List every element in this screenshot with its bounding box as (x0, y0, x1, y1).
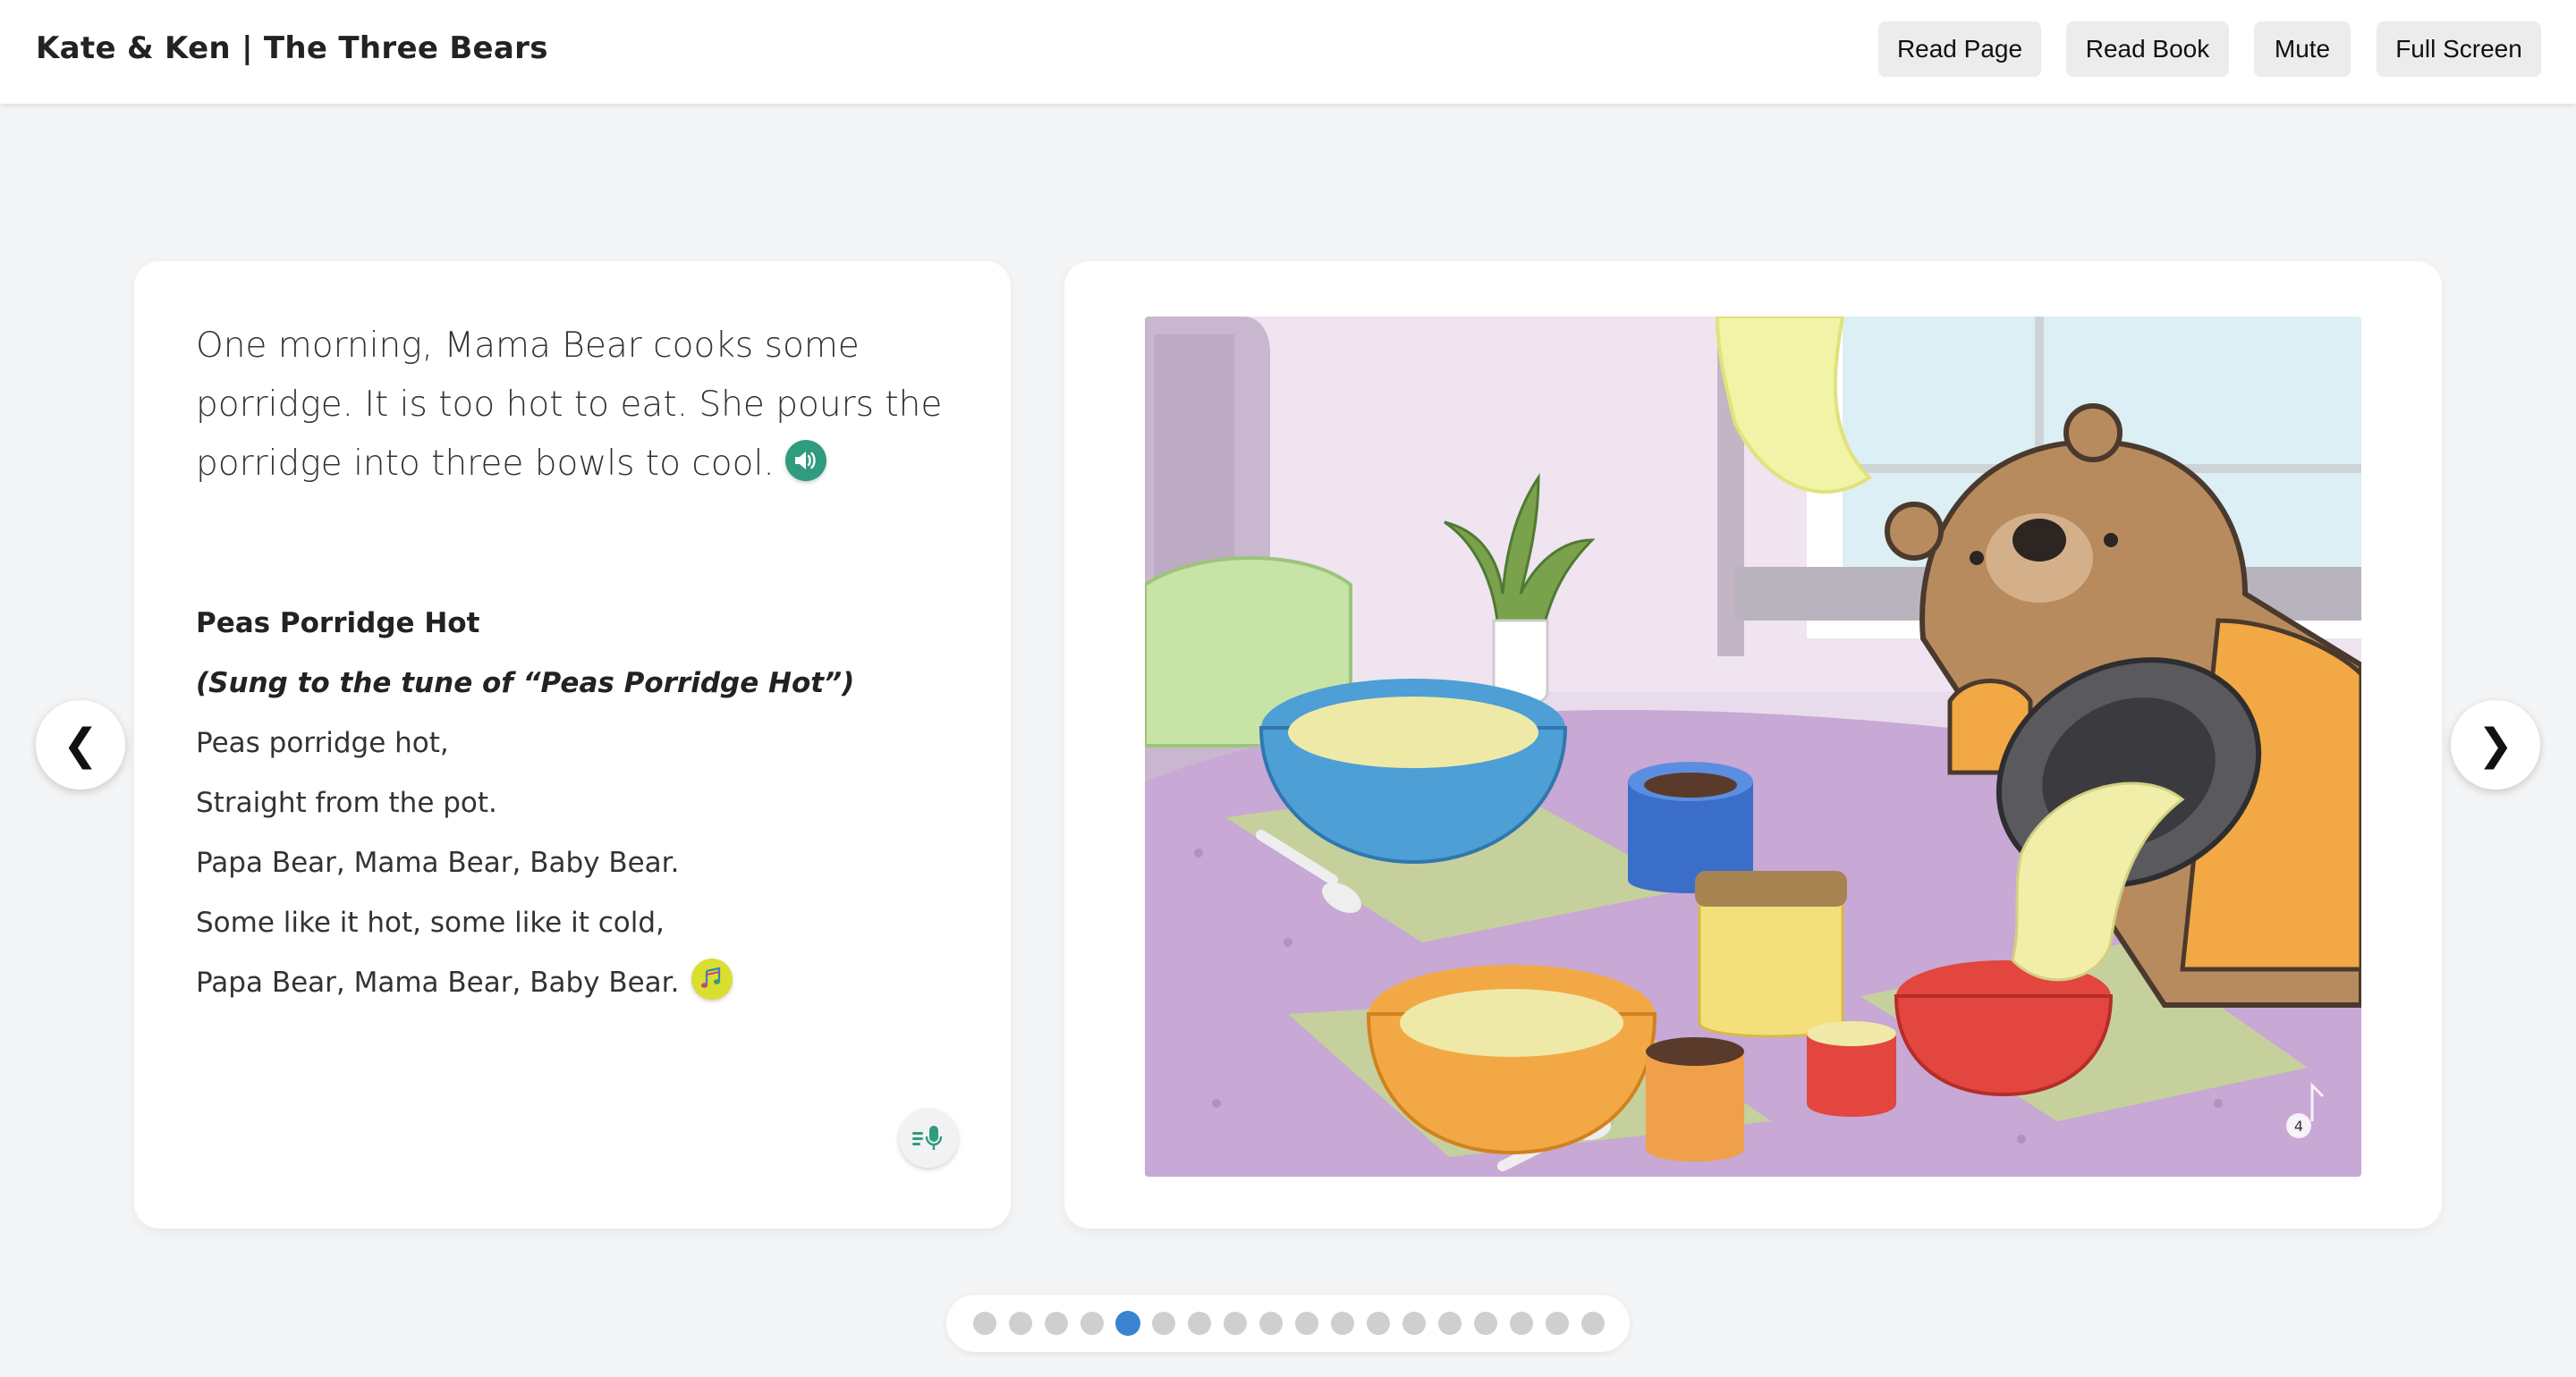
speaker-icon[interactable] (784, 439, 826, 481)
music-notes-icon[interactable] (691, 958, 733, 1000)
song-line: Peas porridge hot, (196, 727, 449, 759)
app-title: Kate & Ken | The Three Bears (36, 30, 548, 66)
mute-button[interactable]: Mute (2254, 21, 2351, 77)
page-dot[interactable] (1224, 1312, 1247, 1335)
read-aloud-mic-button[interactable] (899, 1109, 958, 1168)
read-book-button[interactable]: Read Book (2066, 21, 2229, 77)
page-dot[interactable] (1402, 1312, 1426, 1335)
song-line-last: Papa Bear, Mama Bear, Baby Bear. (196, 953, 956, 1013)
page-dot[interactable] (1438, 1312, 1462, 1335)
page-dot[interactable] (1152, 1312, 1175, 1335)
text-page: One morning, Mama Bear cooks some porrid… (134, 261, 1011, 1229)
song-title: Peas Porridge Hot (196, 607, 480, 639)
illustration-image: 4 (1145, 317, 2361, 1177)
page-dot[interactable] (1367, 1312, 1390, 1335)
page-dot[interactable] (1510, 1312, 1533, 1335)
page-dot[interactable] (1546, 1312, 1569, 1335)
page-indicator (946, 1295, 1630, 1352)
page-dot[interactable] (1581, 1312, 1605, 1335)
song-line-text: Papa Bear, Mama Bear, Baby Bear. (196, 967, 680, 999)
page-number-label: 4 (2294, 1118, 2303, 1135)
song-line: Straight from the pot. (196, 787, 497, 819)
chevron-left-icon: ❮ (62, 720, 99, 770)
chevron-right-icon: ❯ (2477, 720, 2514, 770)
illustration-page: 4 (1064, 261, 2442, 1229)
page-dot[interactable] (1188, 1312, 1211, 1335)
page-dot[interactable] (1080, 1312, 1104, 1335)
previous-page-button[interactable]: ❮ (36, 700, 125, 790)
song-line: Papa Bear, Mama Bear, Baby Bear. (196, 847, 680, 879)
top-bar: Kate & Ken | The Three Bears Read Page R… (0, 0, 2576, 104)
page-dot[interactable] (1259, 1312, 1283, 1335)
story-text: One morning, Mama Bear cooks some porrid… (196, 325, 943, 484)
page-dot[interactable] (1331, 1312, 1354, 1335)
song-block: Peas Porridge Hot (Sung to the tune of “… (196, 594, 956, 1013)
next-page-button[interactable]: ❯ (2451, 700, 2540, 790)
full-screen-button[interactable]: Full Screen (2377, 21, 2541, 77)
page-dot[interactable] (1009, 1312, 1032, 1335)
song-line: Some like it hot, some like it cold, (196, 907, 665, 939)
read-page-button[interactable]: Read Page (1878, 21, 2041, 77)
page-dot[interactable] (1115, 1311, 1140, 1336)
story-paragraph: One morning, Mama Bear cooks some porrid… (196, 317, 956, 494)
page-dot[interactable] (973, 1312, 996, 1335)
read-aloud-mic-icon (912, 1126, 943, 1150)
page-dot[interactable] (1474, 1312, 1497, 1335)
page-dot[interactable] (1045, 1312, 1068, 1335)
song-subtitle: (Sung to the tune of “Peas Porridge Hot”… (196, 667, 855, 699)
page-dot[interactable] (1295, 1312, 1318, 1335)
